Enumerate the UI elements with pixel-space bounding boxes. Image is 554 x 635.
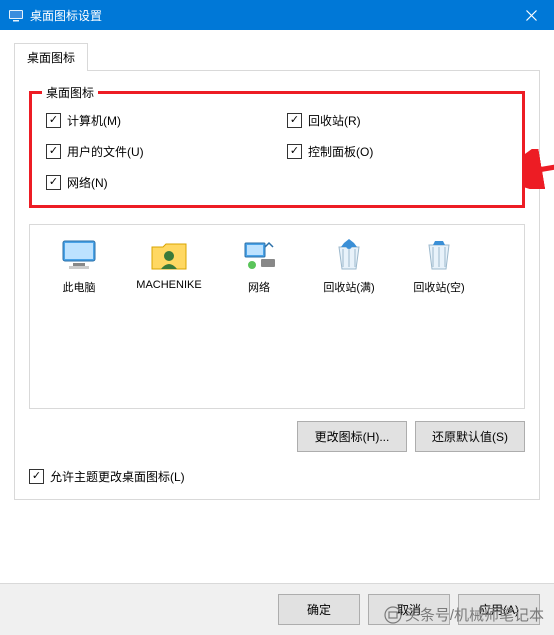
icon-this-pc[interactable]: 此电脑 <box>38 237 120 295</box>
check-controlpanel[interactable]: ✓ 控制面板(O) <box>287 143 508 160</box>
checkbox-icon: ✓ <box>287 113 302 128</box>
check-label: 计算机(M) <box>67 112 121 129</box>
icon-network[interactable]: 网络 <box>218 237 300 295</box>
icon-label: MACHENIKE <box>136 279 201 291</box>
check-userfiles[interactable]: ✓ 用户的文件(U) <box>46 143 267 160</box>
check-allow-theme[interactable]: ✓ 允许主题更改桌面图标(L) <box>29 468 185 485</box>
checkbox-icon: ✓ <box>46 144 61 159</box>
network-icon <box>239 237 279 273</box>
check-label: 控制面板(O) <box>308 143 373 160</box>
desktop-icons-groupbox: 桌面图标 ✓ 计算机(M) ✓ 回收站(R) ✓ 用户的文件(U) ✓ 控制面板… <box>29 91 525 208</box>
icon-recyclebin-empty[interactable]: 回收站(空) <box>398 237 480 295</box>
tab-panel: 桌面图标 ✓ 计算机(M) ✓ 回收站(R) ✓ 用户的文件(U) ✓ 控制面板… <box>14 70 540 500</box>
ok-button[interactable]: 确定 <box>278 594 360 625</box>
icon-label: 网络 <box>248 279 270 295</box>
change-icon-button[interactable]: 更改图标(H)... <box>297 421 407 452</box>
check-label: 用户的文件(U) <box>67 143 144 160</box>
check-network[interactable]: ✓ 网络(N) <box>46 174 267 191</box>
annotation-arrow-icon <box>522 149 554 189</box>
close-button[interactable] <box>509 0 554 30</box>
tab-label: 桌面图标 <box>27 51 75 65</box>
apply-button[interactable]: 应用(A) <box>458 594 540 625</box>
check-recyclebin[interactable]: ✓ 回收站(R) <box>287 112 508 129</box>
checkbox-icon: ✓ <box>46 175 61 190</box>
icon-buttons-row: 更改图标(H)... 还原默认值(S) <box>29 421 525 452</box>
dialog-footer: 确定 取消 应用(A) <box>0 583 554 635</box>
app-icon <box>8 7 24 23</box>
user-folder-icon <box>149 237 189 273</box>
icon-label: 此电脑 <box>63 279 96 295</box>
icon-user-folder[interactable]: MACHENIKE <box>128 237 210 291</box>
allow-theme-row: ✓ 允许主题更改桌面图标(L) <box>29 468 525 485</box>
checkbox-icon: ✓ <box>29 469 44 484</box>
check-label: 回收站(R) <box>308 112 361 129</box>
cancel-button[interactable]: 取消 <box>368 594 450 625</box>
icon-recyclebin-full[interactable]: 回收站(满) <box>308 237 390 295</box>
titlebar: 桌面图标设置 <box>0 0 554 30</box>
computer-icon <box>59 237 99 273</box>
check-label: 网络(N) <box>67 174 108 191</box>
recyclebin-full-icon <box>329 237 369 273</box>
icon-preview-list[interactable]: 此电脑 MACHENIKE 网络 回收站(满) <box>29 224 525 409</box>
groupbox-title: 桌面图标 <box>42 84 98 101</box>
tab-strip: 桌面图标 <box>14 42 540 70</box>
window-title: 桌面图标设置 <box>30 7 509 24</box>
checkbox-icon: ✓ <box>46 113 61 128</box>
check-label: 允许主题更改桌面图标(L) <box>50 468 185 485</box>
checkbox-icon: ✓ <box>287 144 302 159</box>
recyclebin-empty-icon <box>419 237 459 273</box>
tab-desktop-icons[interactable]: 桌面图标 <box>14 43 88 71</box>
icon-label: 回收站(空) <box>413 279 464 295</box>
dialog-content: 桌面图标 桌面图标 ✓ 计算机(M) ✓ 回收站(R) ✓ 用户的文件(U) <box>0 30 554 512</box>
checkbox-grid: ✓ 计算机(M) ✓ 回收站(R) ✓ 用户的文件(U) ✓ 控制面板(O) ✓ <box>46 112 508 191</box>
icon-label: 回收站(满) <box>323 279 374 295</box>
restore-default-button[interactable]: 还原默认值(S) <box>415 421 525 452</box>
check-computer[interactable]: ✓ 计算机(M) <box>46 112 267 129</box>
